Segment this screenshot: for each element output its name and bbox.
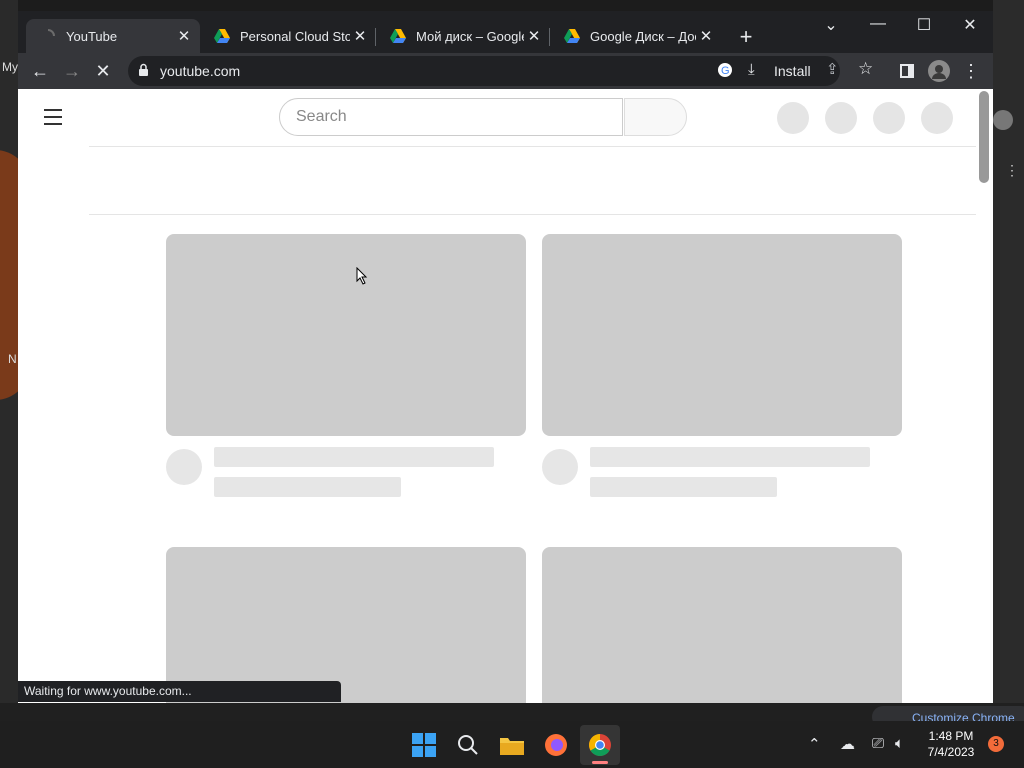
tab-title: Personal Cloud Stora — [240, 28, 350, 44]
google-drive-icon — [214, 28, 230, 44]
profile-avatar-icon[interactable] — [926, 58, 952, 84]
google-drive-icon — [390, 28, 406, 44]
clock-date: 7/4/2023 — [927, 745, 975, 759]
video-thumbnail-skeleton — [542, 547, 902, 703]
video-thumbnail-skeleton — [542, 234, 902, 436]
apps-grid-icon: ⋮⋮ — [1005, 162, 1024, 178]
svg-text:G: G — [721, 65, 730, 77]
video-thumbnail-skeleton — [166, 234, 526, 436]
video-thumbnail-skeleton — [166, 547, 526, 703]
divider — [89, 214, 976, 215]
youtube-page: Search — [18, 89, 993, 703]
google-lens-icon[interactable]: G — [717, 62, 733, 83]
chrome-window: YouTube ✕ Personal Cloud Stora ✕ Мой дис… — [18, 11, 993, 703]
channel-avatar-skeleton — [166, 449, 202, 485]
install-button[interactable]: Install — [774, 63, 811, 79]
meta-skeleton-line — [214, 477, 401, 497]
firefox-icon[interactable] — [536, 725, 576, 765]
tab-personal-cloud[interactable]: Personal Cloud Stora ✕ — [200, 19, 376, 53]
bookmark-star-icon[interactable]: ☆ — [858, 59, 873, 79]
tab-google-disk[interactable]: Google Диск – Досту ✕ — [550, 19, 722, 53]
tab-strip: YouTube ✕ Personal Cloud Stora ✕ Мой дис… — [18, 11, 993, 57]
notification-badge[interactable]: 3 — [988, 736, 1004, 752]
close-window-icon[interactable]: ✕ — [948, 15, 992, 35]
side-panel-icon[interactable] — [894, 58, 920, 84]
browser-toolbar: ← → ✕ youtube.com G ⤓ Install ⇪ ☆ ⋮ — [18, 53, 993, 89]
share-icon[interactable]: ⇪ — [826, 60, 839, 78]
chrome-icon[interactable] — [580, 725, 620, 765]
minimize-icon[interactable]: — — [856, 15, 900, 33]
header-skeleton-circle — [825, 102, 857, 134]
system-clock[interactable]: 1:48 PM 7/4/2023 — [920, 728, 982, 760]
address-bar[interactable]: youtube.com G ⤓ Install ⇪ ☆ — [128, 56, 873, 86]
google-drive-icon — [564, 28, 580, 44]
search-placeholder: Search — [296, 108, 347, 125]
clock-time: 1:48 PM — [928, 729, 974, 743]
install-app-icon[interactable]: ⤓ — [748, 61, 755, 78]
onedrive-offline-icon[interactable]: ☁ — [840, 735, 855, 753]
background-window-bottom: Customize Chrome — [0, 703, 1024, 728]
mouse-cursor-icon — [356, 266, 368, 290]
header-skeleton-circle — [921, 102, 953, 134]
close-tab-icon[interactable]: ✕ — [174, 27, 194, 45]
volume-icon[interactable]: 🔈︎ — [895, 735, 904, 752]
status-text: Waiting for www.youtube.com... — [24, 684, 192, 698]
background-window-strip: ⋮⋮ — [993, 0, 1024, 703]
profile-avatar-icon — [993, 110, 1013, 130]
windows-taskbar: ⌃ ☁ ⎚ 🔈︎ 1:48 PM 7/4/2023 3 — [0, 721, 1024, 768]
tab-title: Мой диск – Google , — [416, 28, 524, 44]
tab-my-drive[interactable]: Мой диск – Google , ✕ — [376, 19, 550, 53]
tab-search-chevron-icon[interactable]: ⌄ — [809, 15, 853, 35]
desktop-icon-label[interactable]: My — [2, 60, 18, 74]
loading-spinner-icon — [40, 28, 56, 44]
close-tab-icon[interactable]: ✕ — [696, 27, 716, 45]
back-arrow-icon[interactable]: ← — [27, 58, 53, 84]
new-tab-plus-icon[interactable]: + — [735, 24, 757, 50]
tab-title: YouTube — [66, 28, 118, 44]
channel-avatar-skeleton — [542, 449, 578, 485]
divider — [89, 146, 976, 147]
network-icon[interactable]: ⎚ — [872, 735, 884, 752]
header-skeleton-circle — [777, 102, 809, 134]
show-hidden-icons-chevron-icon[interactable]: ⌃ — [808, 735, 821, 753]
title-skeleton-line — [590, 447, 870, 467]
url-text[interactable]: youtube.com — [160, 63, 240, 79]
desktop-left-strip: My N — [0, 0, 18, 703]
desktop-icon-label[interactable]: N — [8, 352, 17, 366]
close-tab-icon[interactable]: ✕ — [350, 27, 370, 45]
more-menu-icon[interactable]: ⋮ — [958, 58, 984, 84]
maximize-icon[interactable]: ☐ — [902, 15, 946, 35]
tab-youtube[interactable]: YouTube ✕ — [26, 19, 200, 53]
title-skeleton-line — [214, 447, 494, 467]
stop-loading-icon[interactable]: ✕ — [90, 58, 116, 84]
header-skeleton-circle — [873, 102, 905, 134]
hamburger-menu-icon[interactable] — [44, 109, 62, 130]
tab-title: Google Диск – Досту — [590, 28, 696, 44]
forward-arrow-icon[interactable]: → — [59, 58, 85, 84]
status-bubble: Waiting for www.youtube.com... — [18, 681, 341, 702]
meta-skeleton-line — [590, 477, 777, 497]
start-windows-icon[interactable] — [404, 725, 444, 765]
lock-icon[interactable] — [138, 63, 149, 82]
page-scrollbar[interactable] — [979, 91, 989, 183]
search-input[interactable]: Search — [279, 98, 623, 136]
search-button[interactable] — [624, 98, 687, 136]
search-icon[interactable] — [448, 725, 488, 765]
file-explorer-icon[interactable] — [492, 725, 532, 765]
close-tab-icon[interactable]: ✕ — [524, 27, 544, 45]
